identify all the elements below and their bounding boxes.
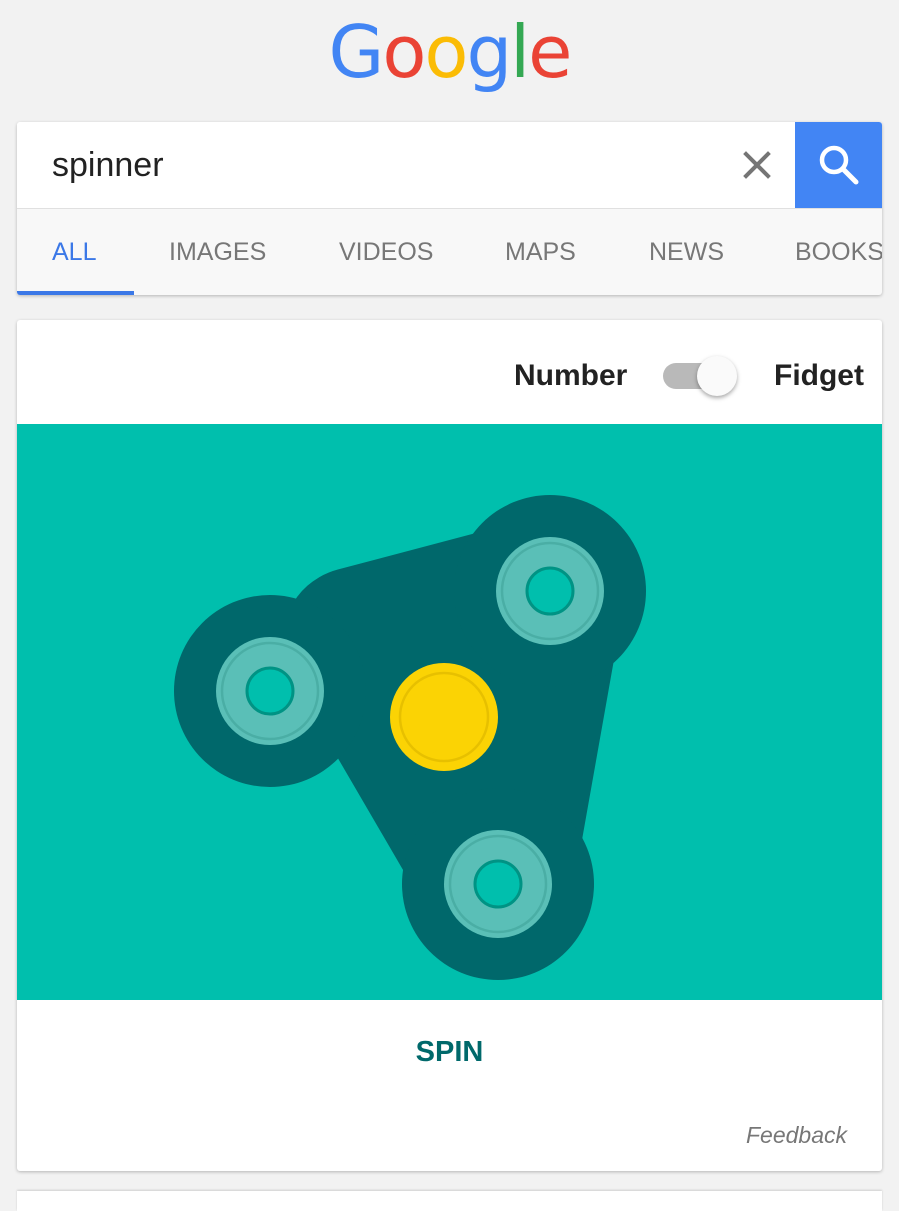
search-icon: [819, 145, 858, 185]
number-fidget-toggle[interactable]: [663, 356, 743, 396]
tab-maps[interactable]: MAPS: [505, 209, 576, 295]
logo-letter: l: [510, 10, 530, 94]
next-result-card: [17, 1191, 882, 1211]
bearing-top-right: [496, 537, 604, 645]
search-card: ALL IMAGES VIDEOS MAPS NEWS BOOKS: [17, 122, 882, 295]
toggle-thumb: [697, 356, 737, 396]
tab-news[interactable]: NEWS: [649, 209, 724, 295]
bearing-bottom: [444, 830, 552, 938]
center-cap: [390, 663, 498, 771]
tab-books[interactable]: BOOKS: [795, 209, 882, 295]
toggle-label-number: Number: [514, 359, 628, 392]
close-icon: [743, 151, 771, 179]
tab-images[interactable]: IMAGES: [169, 209, 266, 295]
logo-letter: g: [466, 10, 512, 94]
spin-button[interactable]: SPIN: [17, 1030, 882, 1074]
search-input[interactable]: [17, 122, 717, 208]
search-button[interactable]: [795, 122, 882, 208]
search-bar: [17, 122, 882, 209]
logo-letter: o: [424, 10, 468, 94]
fidget-spinner[interactable]: [17, 424, 882, 1000]
search-tabs: ALL IMAGES VIDEOS MAPS NEWS BOOKS: [17, 209, 882, 295]
clear-search-button[interactable]: [727, 144, 787, 186]
spinner-card: Number Fidget SPIN Feedback: [17, 320, 882, 1171]
logo-letter: o: [382, 10, 426, 94]
logo-letter: e: [528, 10, 572, 94]
tab-all[interactable]: ALL: [52, 209, 96, 295]
google-logo: Google: [0, 10, 899, 94]
active-tab-indicator: [17, 291, 134, 295]
toggle-label-fidget: Fidget: [774, 359, 864, 392]
spinner-stage: [17, 424, 882, 1000]
bearing-left: [216, 637, 324, 745]
feedback-link[interactable]: Feedback: [746, 1122, 847, 1149]
tab-videos[interactable]: VIDEOS: [339, 209, 433, 295]
logo-letter: G: [328, 10, 385, 94]
